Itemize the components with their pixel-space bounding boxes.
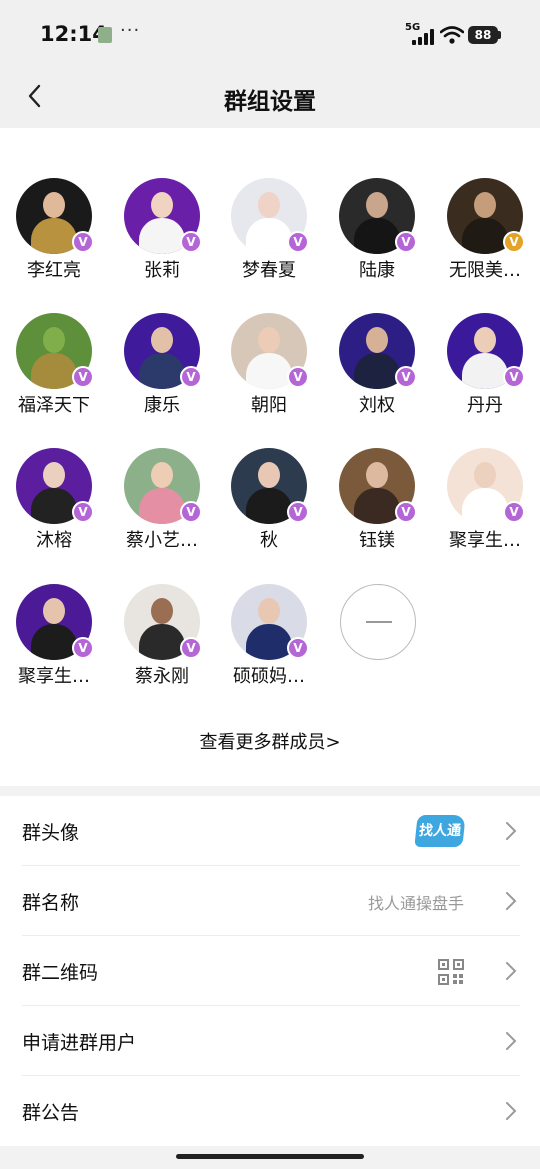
row-label: 群二维码 [22, 962, 99, 984]
battery-level: 88 [468, 26, 498, 44]
signal-icon [412, 29, 436, 45]
verified-badge-icon: V [503, 366, 525, 388]
member-name: 沐榕 [36, 530, 72, 551]
member-item[interactable]: V 钰镁 [329, 448, 425, 558]
member-item[interactable]: V 聚享生… [437, 448, 533, 558]
member-name: 聚享生… [449, 530, 521, 551]
verified-badge-icon: V [180, 637, 202, 659]
member-name: 聚享生… [18, 666, 90, 687]
member-item[interactable]: V 硕硕妈… [221, 584, 317, 694]
verified-badge-icon: V [72, 366, 94, 388]
settings-list: 群头像 找人通 群名称 找人通操盘手 群二维码 申请进群用户 群公告 [0, 796, 540, 1146]
member-name: 李红亮 [27, 260, 81, 281]
more-notifications-icon: ··· [120, 20, 141, 41]
settings-row-group-qr[interactable]: 群二维码 [22, 936, 520, 1006]
member-name: 蔡永刚 [135, 666, 189, 687]
member-name: 硕硕妈… [233, 666, 305, 687]
row-label: 群头像 [22, 822, 80, 844]
view-more-members-link[interactable]: 查看更多群成员> [0, 728, 540, 754]
verified-badge-icon: V [72, 231, 94, 253]
verified-badge-icon: V [180, 366, 202, 388]
home-indicator [176, 1154, 364, 1159]
verified-badge-icon: V [287, 637, 309, 659]
verified-badge-icon: V [180, 501, 202, 523]
row-label: 群公告 [22, 1102, 80, 1124]
member-name: 梦春夏 [242, 260, 296, 281]
status-time: 12:14 [40, 22, 107, 46]
member-item[interactable]: V 蔡小艺… [114, 448, 210, 558]
verified-badge-icon: V [287, 366, 309, 388]
member-item[interactable]: V 丹丹 [437, 313, 533, 423]
member-item[interactable]: V 蔡永刚 [114, 584, 210, 694]
verified-badge-icon: V [287, 231, 309, 253]
verified-badge-icon: V [395, 501, 417, 523]
member-item[interactable]: V 康乐 [114, 313, 210, 423]
member-item[interactable]: V 无限美… [437, 178, 533, 288]
member-item[interactable]: V 朝阳 [221, 313, 317, 423]
notification-icon [98, 27, 112, 43]
verified-badge-icon: V [180, 231, 202, 253]
member-item[interactable]: V秋 [221, 448, 317, 558]
member-name: 康乐 [144, 395, 180, 416]
member-name: 陆康 [359, 260, 395, 281]
row-label: 群名称 [22, 892, 80, 914]
verified-badge-icon: V [287, 501, 309, 523]
member-item[interactable]: V 梦春夏 [221, 178, 317, 288]
remove-member-button[interactable] [340, 584, 416, 660]
wifi-icon [440, 26, 464, 44]
settings-row-group-name[interactable]: 群名称 找人通操盘手 [22, 866, 520, 936]
member-name: 蔡小艺… [126, 530, 198, 551]
verified-badge-icon: V [503, 501, 525, 523]
member-item[interactable]: V 沐榕 [6, 448, 102, 558]
member-item[interactable]: V 聚享生… [6, 584, 102, 694]
member-name: 钰镁 [359, 530, 395, 551]
settings-row-group-avatar[interactable]: 群头像 找人通 [22, 796, 520, 866]
member-name: 无限美… [449, 260, 521, 281]
member-name: 福泽天下 [18, 395, 90, 416]
chevron-right-icon [506, 822, 517, 840]
member-item[interactable]: V 福泽天下 [6, 313, 102, 423]
member-item[interactable]: V 李红亮 [6, 178, 102, 288]
member-item[interactable]: V 陆康 [329, 178, 425, 288]
battery-icon [498, 31, 501, 39]
group-avatar-logo: 找人通 [414, 815, 466, 847]
verified-badge-icon: V [395, 231, 417, 253]
status-bar: 12:14 ··· 5G 88 [0, 0, 540, 64]
chevron-right-icon [506, 1032, 517, 1050]
member-item[interactable]: V 张莉 [114, 178, 210, 288]
verified-badge-icon: V [503, 231, 525, 253]
minus-icon [366, 621, 392, 623]
chevron-right-icon [506, 962, 517, 980]
chevron-right-icon [506, 1102, 517, 1120]
verified-badge-icon: V [395, 366, 417, 388]
member-name: 秋 [260, 530, 278, 551]
member-name: 张莉 [144, 260, 180, 281]
members-grid: V 李红亮 V 张莉 V 梦春夏 V 陆康 V 无限美… V 福泽天下 V 康乐 V 朝阳 V 刘权 V 丹丹 V 沐榕 V… [0, 128, 540, 786]
page-title: 群组设置 [224, 89, 316, 115]
verified-badge-icon: V [72, 637, 94, 659]
qr-code-icon [438, 959, 464, 985]
member-name: 刘权 [359, 395, 395, 416]
member-item[interactable]: V 刘权 [329, 313, 425, 423]
settings-row-join-requests[interactable]: 申请进群用户 [22, 1006, 520, 1076]
verified-badge-icon: V [72, 501, 94, 523]
settings-row-group-notice[interactable]: 群公告 [22, 1076, 520, 1146]
row-label: 申请进群用户 [22, 1032, 137, 1054]
member-name: 丹丹 [467, 395, 503, 416]
group-name-value: 找人通操盘手 [367, 894, 464, 913]
member-name: 朝阳 [251, 395, 287, 416]
chevron-right-icon [506, 892, 517, 910]
header: 群组设置 [0, 64, 540, 128]
